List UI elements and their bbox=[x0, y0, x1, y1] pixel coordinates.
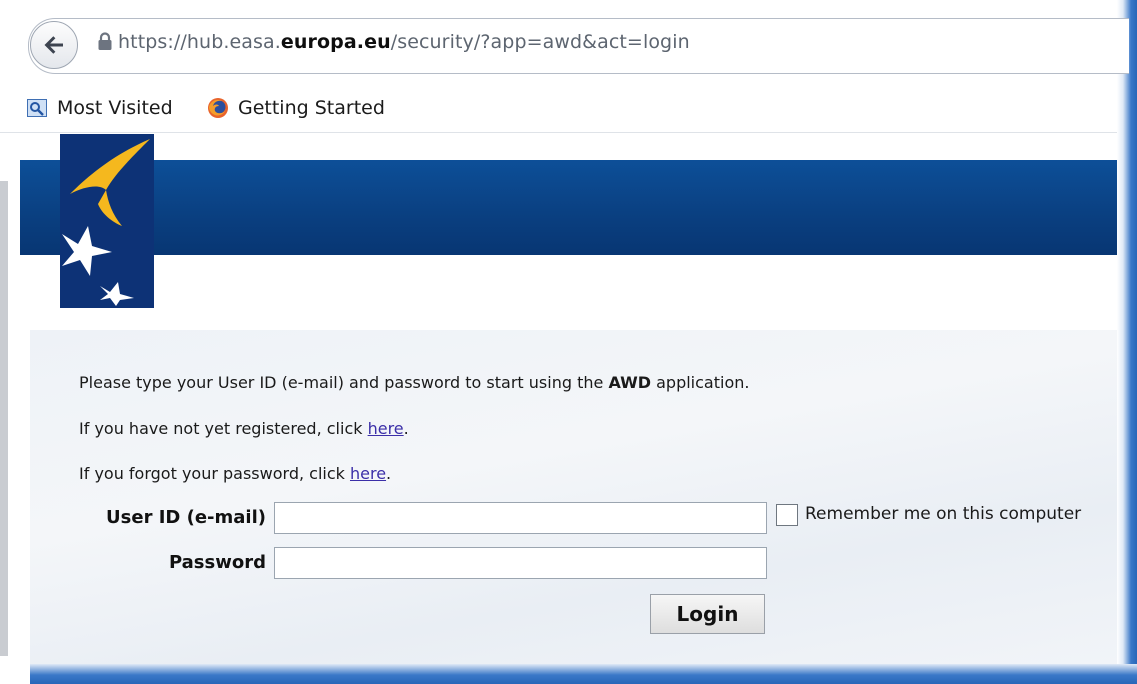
password-label: Password bbox=[168, 552, 266, 573]
bookmark-getting-started[interactable]: Getting Started bbox=[238, 97, 385, 119]
back-button[interactable] bbox=[30, 21, 78, 69]
register-link[interactable]: here bbox=[368, 419, 404, 438]
login-button[interactable]: Login bbox=[650, 594, 765, 634]
intro-app-name: AWD bbox=[608, 373, 652, 392]
user-id-label: User ID (e-mail) bbox=[106, 507, 266, 528]
forgot-text-suffix: . bbox=[386, 464, 392, 483]
user-id-input[interactable] bbox=[274, 502, 767, 534]
bird-logo-icon bbox=[62, 139, 150, 306]
window-frame-right bbox=[1117, 0, 1137, 684]
address-bar-row: https://hub.easa.europa.eu/security/?app… bbox=[0, 0, 1129, 90]
forgot-password-link[interactable]: here bbox=[350, 464, 386, 483]
forgot-text: If you forgot your password, click here. bbox=[79, 464, 391, 483]
bookmark-most-visited[interactable]: Most Visited bbox=[57, 97, 173, 119]
easa-logo bbox=[60, 134, 154, 308]
register-text-suffix: . bbox=[403, 419, 409, 438]
bookmarks-folder-icon bbox=[27, 99, 47, 117]
register-text: If you have not yet registered, click he… bbox=[79, 419, 409, 438]
intro-text: Please type your User ID (e-mail) and pa… bbox=[79, 373, 749, 392]
lock-icon bbox=[98, 32, 112, 50]
password-input[interactable] bbox=[274, 547, 767, 579]
remember-me-label[interactable]: Remember me on this computer bbox=[805, 504, 1081, 524]
forgot-text-prefix: If you forgot your password, click bbox=[79, 464, 350, 483]
page-left-edge bbox=[0, 181, 8, 656]
firefox-icon bbox=[208, 98, 228, 118]
window-frame-bottom bbox=[0, 664, 1137, 684]
window-frame-corner bbox=[0, 664, 30, 684]
intro-text-prefix: Please type your User ID (e-mail) and pa… bbox=[79, 373, 609, 392]
url-prefix: https://hub.easa. bbox=[118, 31, 281, 53]
intro-text-suffix: application. bbox=[651, 373, 750, 392]
url-domain: europa.eu bbox=[280, 31, 391, 53]
url-path: /security/?app=awd&act=login bbox=[390, 31, 690, 53]
remember-me-checkbox[interactable] bbox=[776, 504, 798, 526]
register-text-prefix: If you have not yet registered, click bbox=[79, 419, 368, 438]
back-arrow-icon bbox=[44, 36, 63, 54]
header-banner bbox=[20, 160, 1117, 255]
url-text[interactable]: https://hub.easa.europa.eu/security/?app… bbox=[118, 31, 690, 53]
